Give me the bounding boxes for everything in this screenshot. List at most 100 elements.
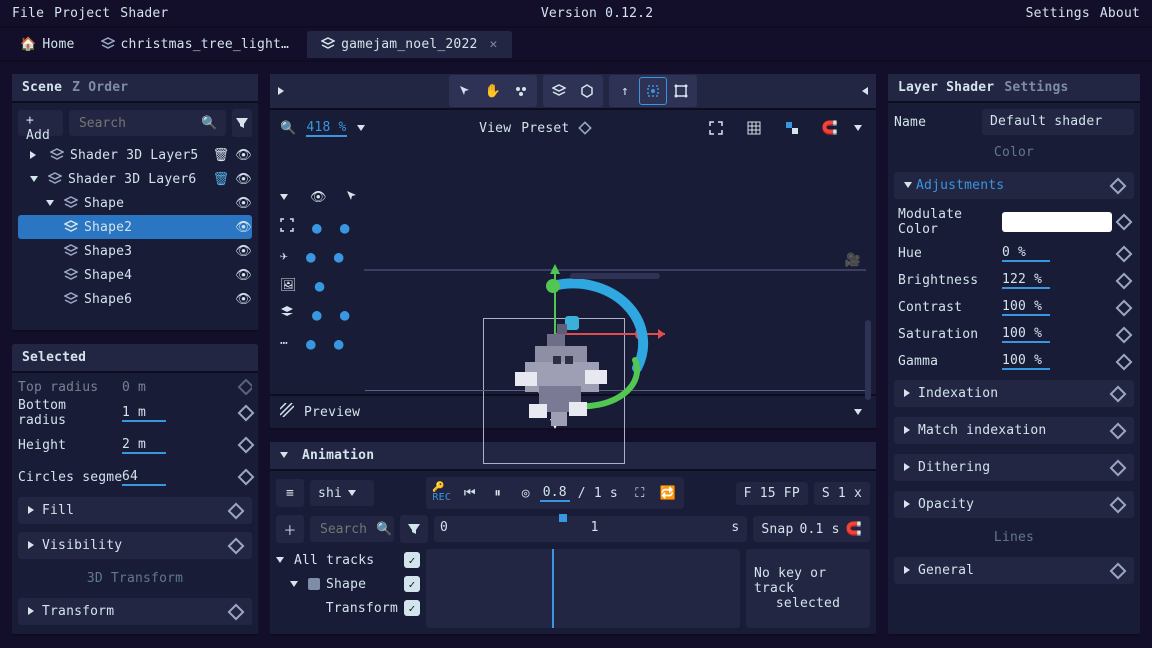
crop-tool[interactable]: [280, 218, 294, 236]
view-menu[interactable]: View: [479, 121, 511, 136]
keyframe-icon[interactable]: [238, 469, 255, 486]
keyframe-icon[interactable]: [1110, 562, 1127, 579]
viewport-menu[interactable]: [278, 84, 292, 99]
add-button[interactable]: + Add: [18, 110, 63, 136]
speed-chip[interactable]: S 1 x: [814, 482, 870, 505]
layer-dot[interactable]: ●: [340, 218, 350, 237]
disclosure-icon[interactable]: [290, 577, 302, 592]
bounds-tool[interactable]: [667, 77, 695, 105]
section-match-indexation[interactable]: Match indexation: [894, 417, 1134, 444]
timeline-ruler[interactable]: 0 1 s: [434, 516, 747, 542]
fps-chip[interactable]: F 15 FP: [736, 482, 808, 505]
layer-shader-tab[interactable]: Layer Shader: [898, 80, 994, 95]
eye-icon[interactable]: 👁: [235, 268, 252, 283]
close-tab-icon[interactable]: ✕: [490, 37, 498, 52]
eye-icon[interactable]: 👁: [235, 292, 252, 307]
keyframe-icon[interactable]: [1116, 245, 1133, 262]
tree-item[interactable]: Shader 3D Layer6 🗑 👁: [18, 167, 252, 191]
layer-dot[interactable]: ●: [340, 305, 350, 324]
tab-project-2-active[interactable]: gamejam_noel_2022 ✕: [307, 31, 512, 58]
playhead[interactable]: [552, 549, 554, 628]
magnet-tool[interactable]: 🧲: [816, 114, 844, 142]
layer-dot[interactable]: ●: [312, 305, 322, 324]
keyframe-icon[interactable]: [1116, 214, 1133, 231]
keyframe-icon[interactable]: [1110, 459, 1127, 476]
eye-icon[interactable]: 👁: [235, 172, 252, 187]
section-indexation[interactable]: Indexation: [894, 380, 1134, 407]
shader-name-input[interactable]: Default shader: [982, 109, 1134, 135]
keyframe-icon[interactable]: [1110, 385, 1127, 402]
magnet-icon[interactable]: 🧲: [846, 522, 862, 537]
selection-box-tool[interactable]: [639, 77, 667, 105]
section-opacity[interactable]: Opacity: [894, 491, 1134, 518]
record-button[interactable]: 🔑REC: [428, 479, 456, 507]
layer-settings-tab[interactable]: Settings: [1004, 80, 1068, 95]
track-shape[interactable]: Shape ✓: [276, 573, 420, 595]
delete-icon[interactable]: 🗑: [213, 172, 230, 187]
tree-item-selected[interactable]: Shape2 👁: [18, 215, 252, 239]
prop-value[interactable]: 0 m: [122, 380, 240, 395]
keyframe-icon[interactable]: [238, 437, 255, 454]
anim-search-input[interactable]: [318, 521, 370, 538]
disclosure-icon[interactable]: [276, 553, 288, 568]
prop-value[interactable]: 0 %: [1002, 245, 1050, 262]
camera-icon[interactable]: 🎥: [845, 253, 861, 268]
color-swatch[interactable]: [1002, 212, 1112, 232]
scrollbar-v[interactable]: [865, 320, 871, 400]
checkbox[interactable]: ✓: [404, 600, 420, 616]
fit-tool[interactable]: [702, 114, 730, 142]
select-tool[interactable]: [451, 77, 479, 105]
section-general[interactable]: General: [894, 557, 1134, 584]
keyframe-icon[interactable]: [1116, 299, 1133, 316]
tree-item[interactable]: Shape4 👁: [18, 263, 252, 287]
zorder-tab[interactable]: Z Order: [72, 80, 128, 95]
nodes-tool[interactable]: [507, 77, 535, 105]
scene-search-input[interactable]: [77, 115, 195, 132]
eye-icon[interactable]: 👁: [235, 148, 252, 163]
section-transform[interactable]: Transform: [18, 598, 252, 625]
timeline-tracks[interactable]: [426, 549, 740, 628]
zoom-icon[interactable]: 🔍: [280, 121, 296, 136]
scrollbar-h[interactable]: [405, 273, 825, 279]
playhead-handle[interactable]: [559, 514, 567, 522]
layer-dot[interactable]: ●: [306, 247, 316, 266]
tree-item[interactable]: Shape 👁: [18, 191, 252, 215]
brush-tool[interactable]: ✈: [280, 249, 288, 264]
hatch-icon[interactable]: [280, 403, 294, 421]
track-transform[interactable]: Transform ✓: [276, 597, 420, 619]
keyframe-icon[interactable]: [1110, 496, 1127, 513]
filter-button[interactable]: [400, 515, 428, 543]
viewport-canvas[interactable]: x: [364, 269, 866, 271]
keyframe-icon[interactable]: [1116, 326, 1133, 343]
prop-value[interactable]: 122 %: [1002, 272, 1050, 289]
layer-dot[interactable]: ●: [334, 247, 344, 266]
keyframe-icon[interactable]: [579, 121, 593, 135]
preset-menu[interactable]: Preset: [521, 121, 569, 136]
keyframe-icon[interactable]: [238, 405, 255, 422]
about-link[interactable]: About: [1100, 6, 1140, 21]
keyframe-icon[interactable]: [1116, 353, 1133, 370]
preview-menu[interactable]: [854, 405, 866, 420]
menu-shader[interactable]: Shader: [120, 6, 168, 21]
arrow-up-tool[interactable]: ↑: [611, 77, 639, 105]
keyframe-icon[interactable]: [1110, 422, 1127, 439]
hamburger-button[interactable]: ≡: [276, 479, 304, 507]
disclosure-icon[interactable]: [46, 196, 58, 211]
prop-value[interactable]: 100 %: [1002, 299, 1050, 316]
eye-icon[interactable]: 👁: [235, 220, 252, 235]
keyframe-icon[interactable]: [228, 603, 245, 620]
grid-tool[interactable]: [740, 114, 768, 142]
stack-tool[interactable]: [545, 77, 573, 105]
anim-disclosure[interactable]: [280, 448, 292, 463]
menu-file[interactable]: File: [12, 6, 44, 21]
filter-button[interactable]: [232, 109, 252, 137]
clip-name[interactable]: shi: [318, 486, 342, 501]
vis-menu[interactable]: [280, 190, 292, 205]
tab-home[interactable]: 🏠 Home: [12, 31, 83, 58]
disclosure-icon[interactable]: [904, 178, 916, 193]
eye-icon[interactable]: 👁: [235, 196, 252, 211]
settings-link[interactable]: Settings: [1026, 6, 1090, 21]
disclosure-icon[interactable]: [30, 148, 44, 163]
pan-tool[interactable]: ✋: [479, 77, 507, 105]
keyframe-icon[interactable]: [1116, 272, 1133, 289]
